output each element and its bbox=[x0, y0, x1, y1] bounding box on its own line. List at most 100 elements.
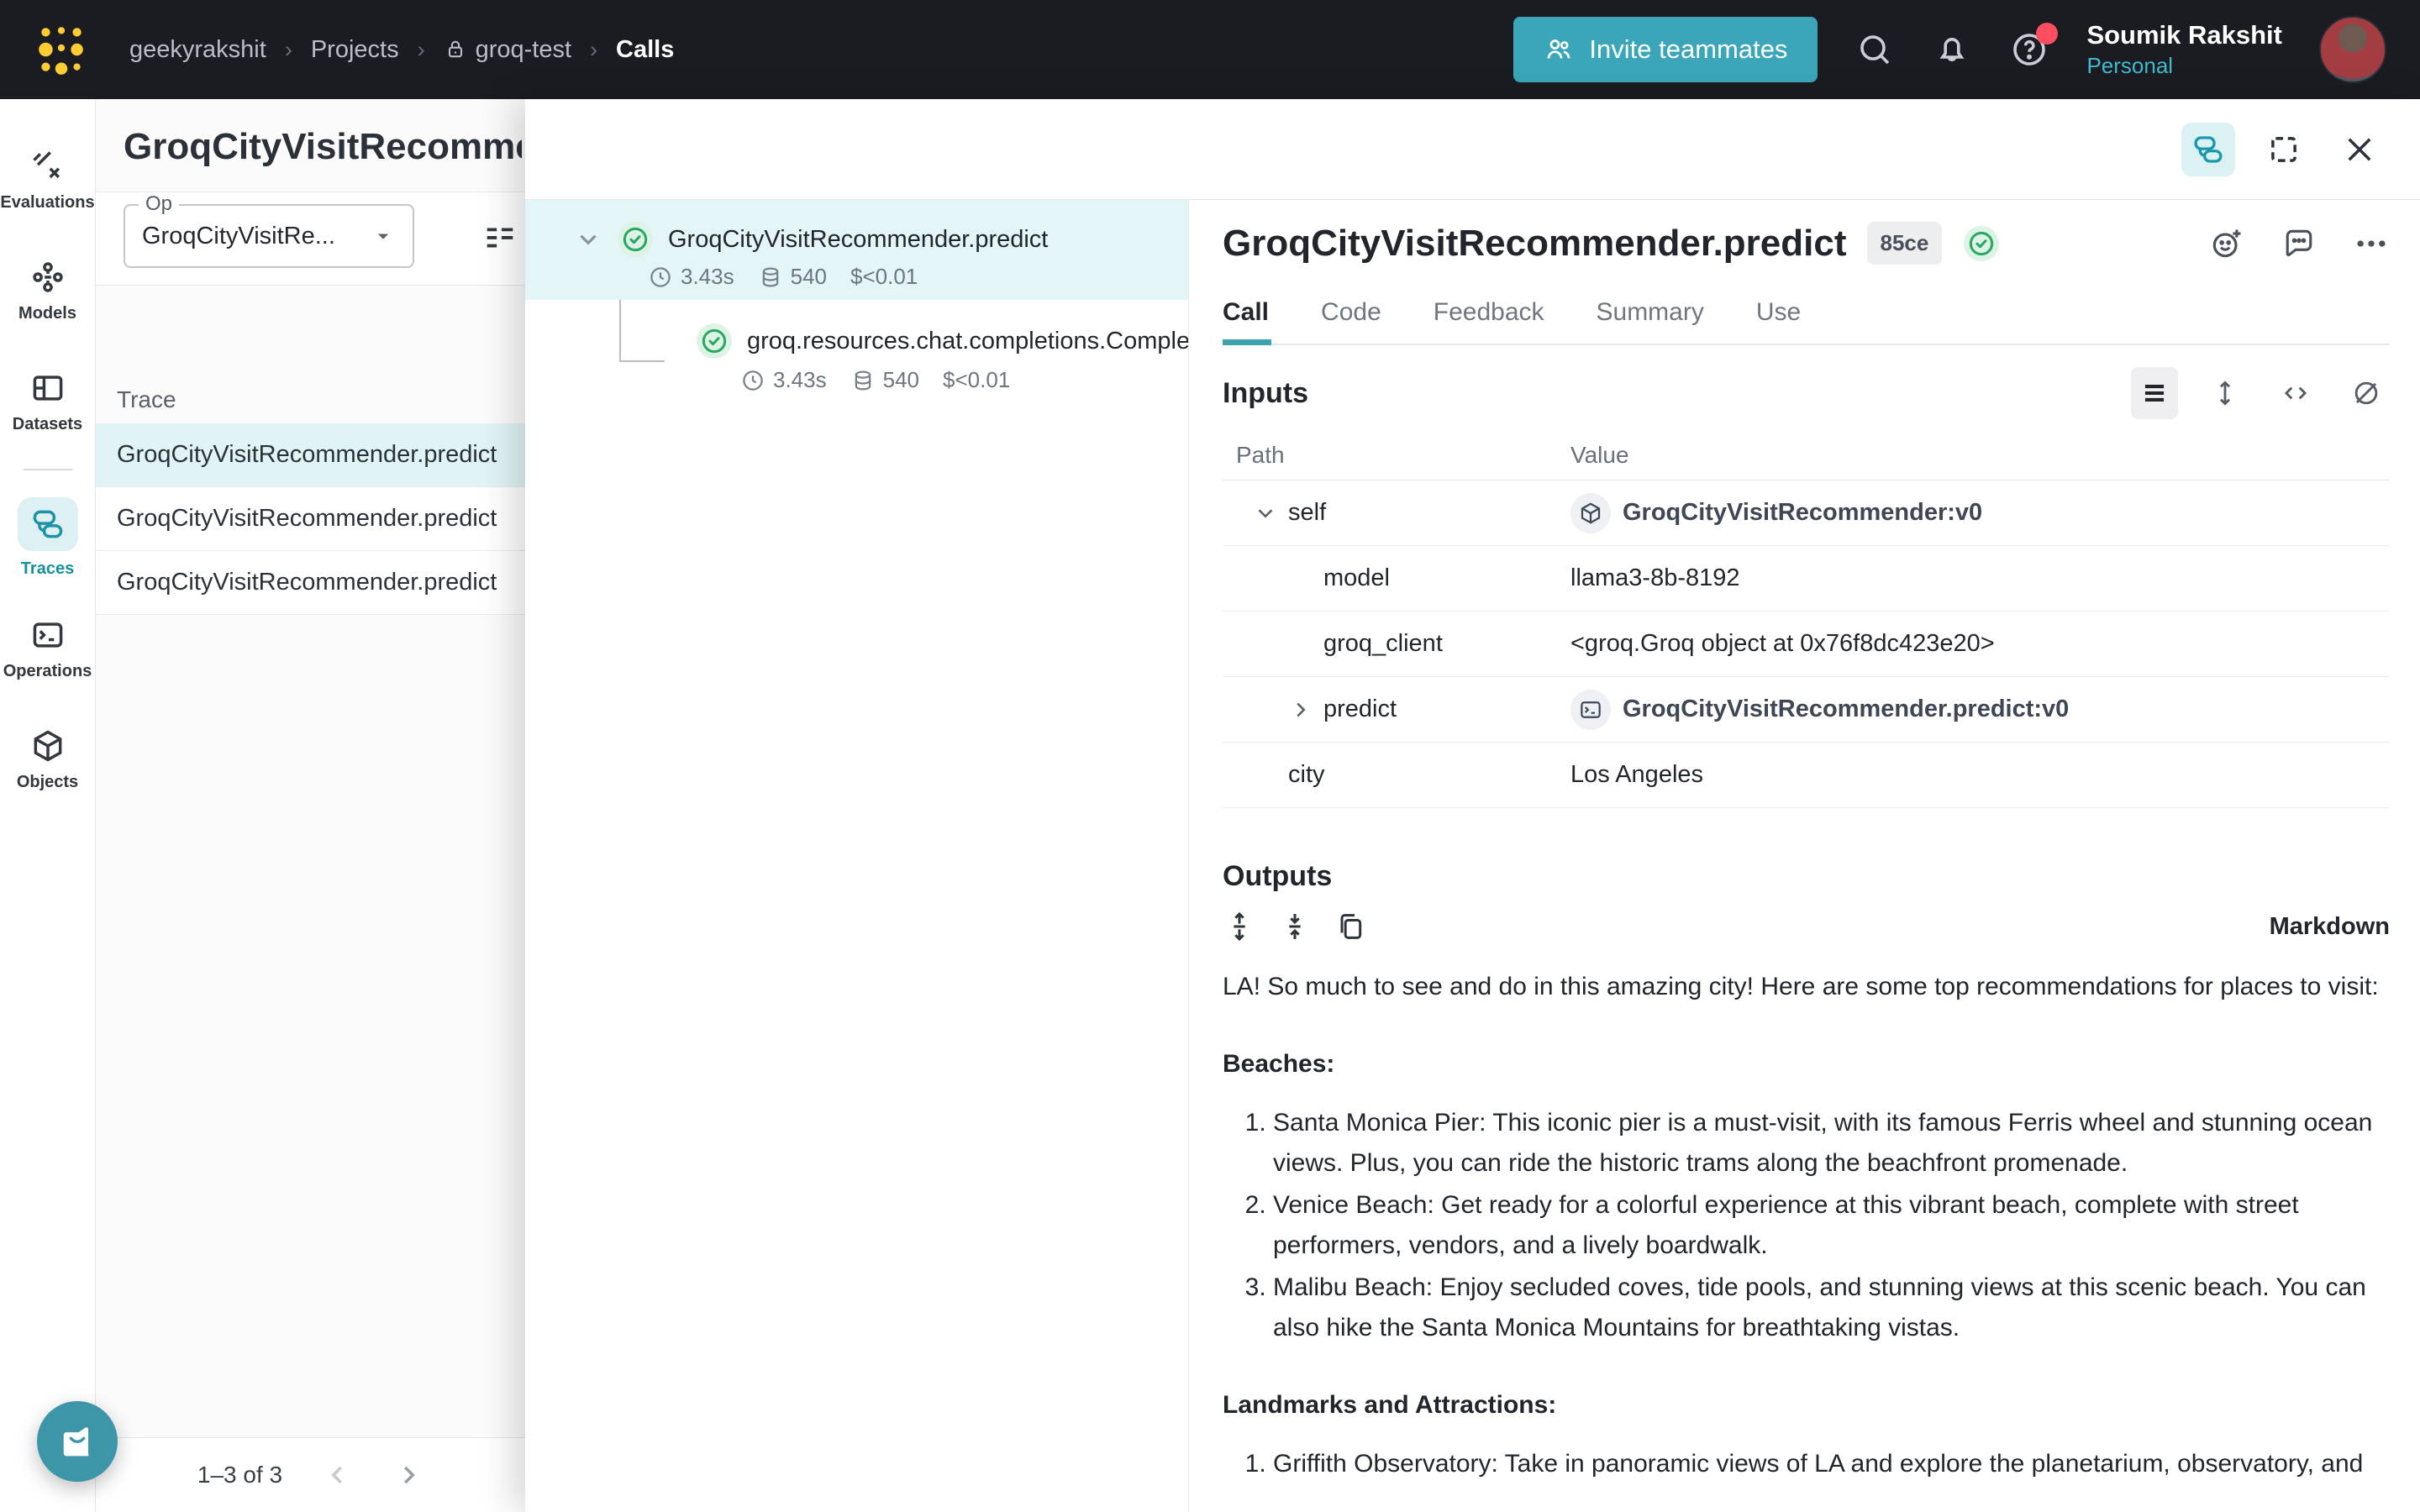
sidebar-item-operations[interactable]: Operations bbox=[0, 593, 96, 704]
tab-code[interactable]: Code bbox=[1321, 293, 1381, 344]
chat-bubble-icon bbox=[55, 1420, 99, 1463]
breadcrumb-projects[interactable]: Projects bbox=[311, 36, 399, 64]
list-item: Malibu Beach: Enjoy secluded coves, tide… bbox=[1273, 1268, 2390, 1348]
notification-dot bbox=[2036, 23, 2058, 45]
output-content: LA! So much to see and do in this amazin… bbox=[1223, 967, 2390, 1484]
breadcrumb-project[interactable]: groq-test bbox=[444, 36, 571, 64]
user-scope: Personal bbox=[2086, 54, 2282, 79]
tab-call[interactable]: Call bbox=[1223, 293, 1269, 344]
collapse-all-icon[interactable] bbox=[1278, 910, 1312, 943]
evaluations-icon bbox=[29, 148, 66, 185]
object-ref-link[interactable]: GroqCityVisitRecommender:v0 bbox=[1570, 493, 1982, 533]
input-path: self bbox=[1288, 499, 1326, 527]
output-beaches-heading: Beaches: bbox=[1223, 1044, 2390, 1084]
sidebar-item-datasets[interactable]: Datasets bbox=[0, 346, 96, 457]
app-header: geekyrakshit › Projects › groq-test › Ca… bbox=[0, 0, 2420, 99]
tab-summary[interactable]: Summary bbox=[1597, 293, 1704, 344]
sidebar-item-evaluations[interactable]: Evaluations bbox=[0, 124, 96, 235]
list-view-button[interactable] bbox=[2131, 367, 2178, 419]
tokens-stat: 540 bbox=[758, 264, 827, 290]
overlay-body: GroqCityVisitRecommender.predict 3.43s 5… bbox=[525, 200, 2420, 1512]
op-filter-label: Op bbox=[139, 192, 179, 216]
copy-icon[interactable] bbox=[1334, 910, 1367, 943]
trace-list: GroqCityVisitRecommender.predict GroqCit… bbox=[96, 423, 525, 615]
notifications-bell-icon[interactable] bbox=[1932, 29, 1972, 70]
chevron-down-icon[interactable] bbox=[574, 225, 602, 254]
active-tab-indicator bbox=[1223, 339, 1271, 345]
datasets-icon bbox=[29, 370, 66, 407]
next-page-icon[interactable] bbox=[393, 1460, 424, 1490]
trace-list-row[interactable]: GroqCityVisitRecommender.predict bbox=[96, 423, 525, 487]
chevron-down-icon[interactable] bbox=[1253, 501, 1278, 526]
manage-columns-icon[interactable] bbox=[481, 218, 519, 256]
success-status-icon bbox=[695, 322, 734, 360]
support-chat-button[interactable] bbox=[37, 1401, 118, 1482]
list-item: Santa Monica Pier: This iconic pier is a… bbox=[1273, 1103, 2390, 1184]
expand-rows-button[interactable] bbox=[2202, 367, 2249, 419]
input-path: groq_client bbox=[1323, 630, 1443, 658]
tree-node-child[interactable]: groq.resources.chat.completions.Completi… bbox=[525, 300, 1188, 400]
markdown-mode-label[interactable]: Markdown bbox=[2270, 913, 2390, 941]
call-header-actions bbox=[2208, 225, 2390, 262]
code-view-button[interactable] bbox=[2272, 367, 2319, 419]
breadcrumb-separator: › bbox=[285, 37, 292, 63]
tokens-icon bbox=[850, 368, 876, 393]
landmarks-list: Griffith Observatory: Take in panoramic … bbox=[1223, 1444, 2390, 1484]
input-value: GroqCityVisitRecommender.predict:v0 bbox=[1623, 696, 2069, 723]
hide-button[interactable] bbox=[2343, 367, 2390, 419]
chevron-right-icon[interactable] bbox=[1288, 697, 1313, 722]
help-button[interactable] bbox=[2009, 29, 2049, 70]
input-path: city bbox=[1288, 761, 1325, 789]
call-id-badge[interactable]: 85ce bbox=[1867, 222, 1943, 265]
nav-divider bbox=[24, 469, 72, 470]
previous-page-icon[interactable] bbox=[323, 1460, 353, 1490]
sidebar-item-traces[interactable]: Traces bbox=[0, 482, 96, 593]
terminal-icon bbox=[1578, 697, 1603, 722]
inputs-table: Path Value self bbox=[1223, 431, 2390, 808]
wandb-logo-icon[interactable] bbox=[34, 22, 89, 77]
call-detail-panel: GroqCityVisitRecommender.predict 85ce bbox=[1188, 200, 2420, 1512]
trace-list-row[interactable]: GroqCityVisitRecommender.predict bbox=[96, 487, 525, 551]
invite-teammates-label: Invite teammates bbox=[1589, 34, 1787, 65]
search-icon[interactable] bbox=[1854, 29, 1895, 70]
input-row-groq-client: groq_client <groq.Groq object at 0x76f8d… bbox=[1223, 612, 2390, 677]
tab-feedback[interactable]: Feedback bbox=[1434, 293, 1544, 344]
clock-icon bbox=[648, 265, 673, 290]
sidebar-item-objects[interactable]: Objects bbox=[0, 704, 96, 815]
cost-stat: $<0.01 bbox=[943, 367, 1010, 393]
tab-use[interactable]: Use bbox=[1756, 293, 1801, 344]
fullscreen-button[interactable] bbox=[2257, 123, 2311, 176]
tree-node-root[interactable]: GroqCityVisitRecommender.predict 3.43s 5… bbox=[525, 200, 1188, 300]
breadcrumb: geekyrakshit › Projects › groq-test › Ca… bbox=[129, 36, 674, 64]
more-options-icon[interactable] bbox=[2353, 225, 2390, 262]
outputs-heading: Outputs bbox=[1223, 860, 1332, 893]
user-menu[interactable]: Soumik Rakshit Personal bbox=[2086, 20, 2282, 79]
add-reaction-icon[interactable] bbox=[2208, 225, 2245, 262]
page-title: GroqCityVisitRecommender.predict bbox=[124, 126, 522, 168]
list-view-icon bbox=[2139, 377, 2170, 409]
avatar[interactable] bbox=[2319, 16, 2386, 83]
op-ref-link[interactable]: GroqCityVisitRecommender.predict:v0 bbox=[1570, 690, 2069, 730]
invite-teammates-button[interactable]: Invite teammates bbox=[1513, 17, 1818, 82]
user-name: Soumik Rakshit bbox=[2086, 20, 2282, 50]
output-landmarks-heading: Landmarks and Attractions: bbox=[1223, 1385, 2390, 1425]
breadcrumb-org[interactable]: geekyrakshit bbox=[129, 36, 266, 64]
pagination: 1–3 of 3 bbox=[96, 1437, 525, 1512]
sidebar-label: Models bbox=[18, 304, 76, 323]
expand-all-icon[interactable] bbox=[1223, 910, 1256, 943]
cube-icon bbox=[1578, 501, 1603, 526]
input-value: GroqCityVisitRecommender:v0 bbox=[1623, 499, 1982, 527]
beaches-list: Santa Monica Pier: This iconic pier is a… bbox=[1223, 1103, 2390, 1348]
close-button[interactable] bbox=[2333, 123, 2386, 176]
op-filter-select[interactable]: Op GroqCityVisitRe... bbox=[124, 204, 414, 268]
input-value: Los Angeles bbox=[1570, 761, 1703, 789]
trace-list-row[interactable]: GroqCityVisitRecommender.predict bbox=[96, 551, 525, 615]
input-row-model: model llama3-8b-8192 bbox=[1223, 546, 2390, 612]
code-icon bbox=[2280, 377, 2312, 409]
breadcrumb-page[interactable]: Calls bbox=[616, 36, 674, 64]
comment-icon[interactable] bbox=[2281, 225, 2317, 262]
toggle-trace-tree-button[interactable] bbox=[2181, 123, 2235, 176]
breadcrumb-separator: › bbox=[418, 37, 425, 63]
overlay-topbar bbox=[525, 99, 2420, 200]
sidebar-item-models[interactable]: Models bbox=[0, 235, 96, 346]
